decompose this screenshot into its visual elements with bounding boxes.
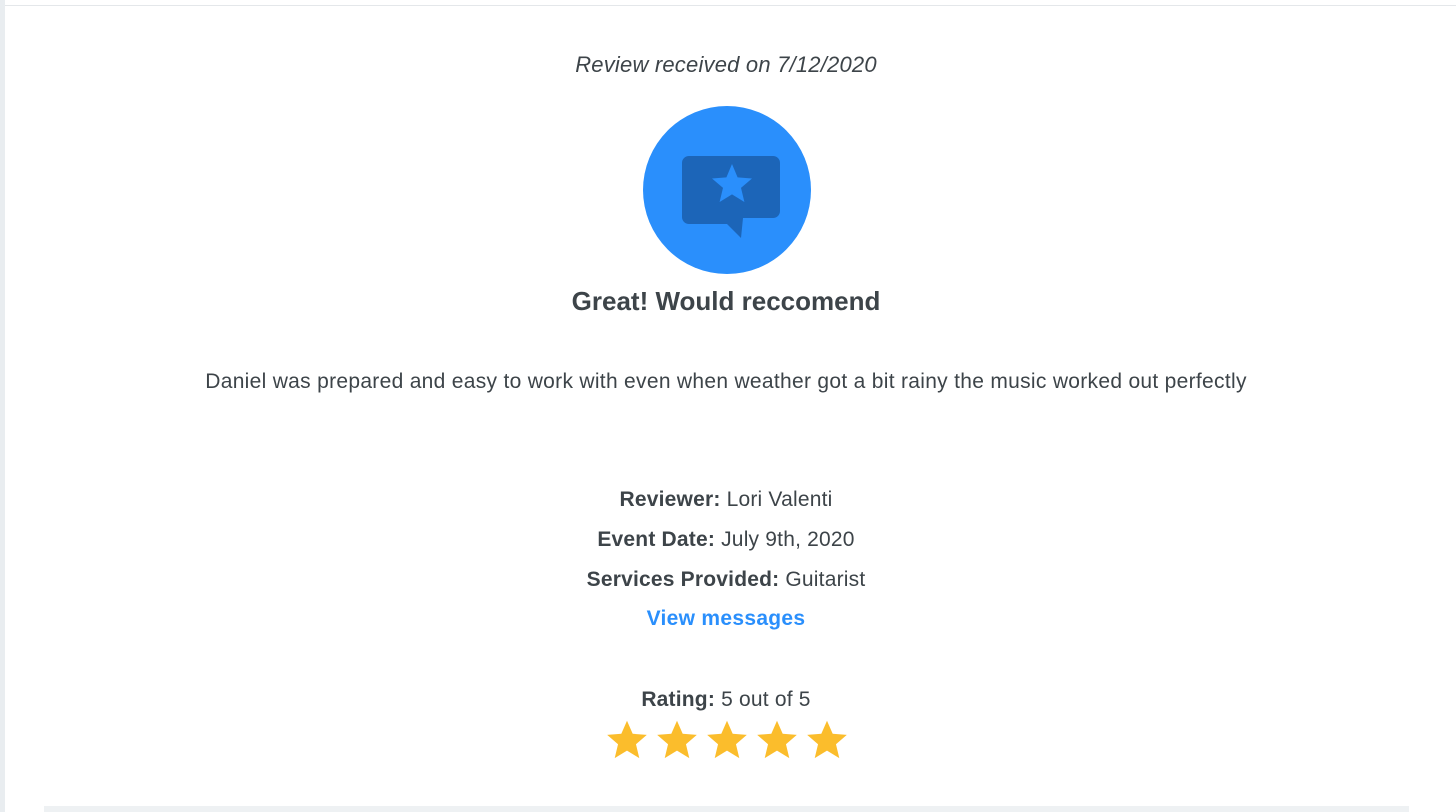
view-messages-link[interactable]: View messages [5,607,1447,631]
rating-star-icon [657,720,697,759]
top-divider [5,5,1456,6]
services-label: Services Provided: [586,568,780,591]
review-badge-icon [643,106,811,274]
event-date-line: Event Date: July 9th, 2020 [5,528,1447,552]
event-date-label: Event Date: [597,528,716,551]
reviewer-label: Reviewer: [619,488,721,511]
next-review-card-edge [44,806,1409,812]
rating-star-icon [607,720,647,759]
rating-line: Rating: 5 out of 5 [5,688,1447,712]
review-headline: Great! Would reccomend [571,286,881,316]
star-speech-bubble-icon [682,156,780,238]
rating-label: Rating: [641,688,716,711]
rating-value: 5 out of 5 [721,688,811,711]
review-body: Daniel was prepared and easy to work wit… [205,370,1247,393]
reviewer-value: Lori Valenti [726,488,833,511]
rating-star-icon [757,720,797,759]
rating-stars [5,718,1447,768]
event-date-value: July 9th, 2020 [721,528,855,551]
services-line: Services Provided: Guitarist [5,568,1447,592]
services-value: Guitarist [785,568,866,591]
rating-star-icon [807,720,847,759]
reviewer-line: Reviewer: Lori Valenti [5,488,1447,512]
review-received-date: Review received on 7/12/2020 [575,52,877,77]
review-page: Review received on 7/12/2020 Great! Woul… [5,0,1456,812]
rating-star-icon [707,720,747,759]
